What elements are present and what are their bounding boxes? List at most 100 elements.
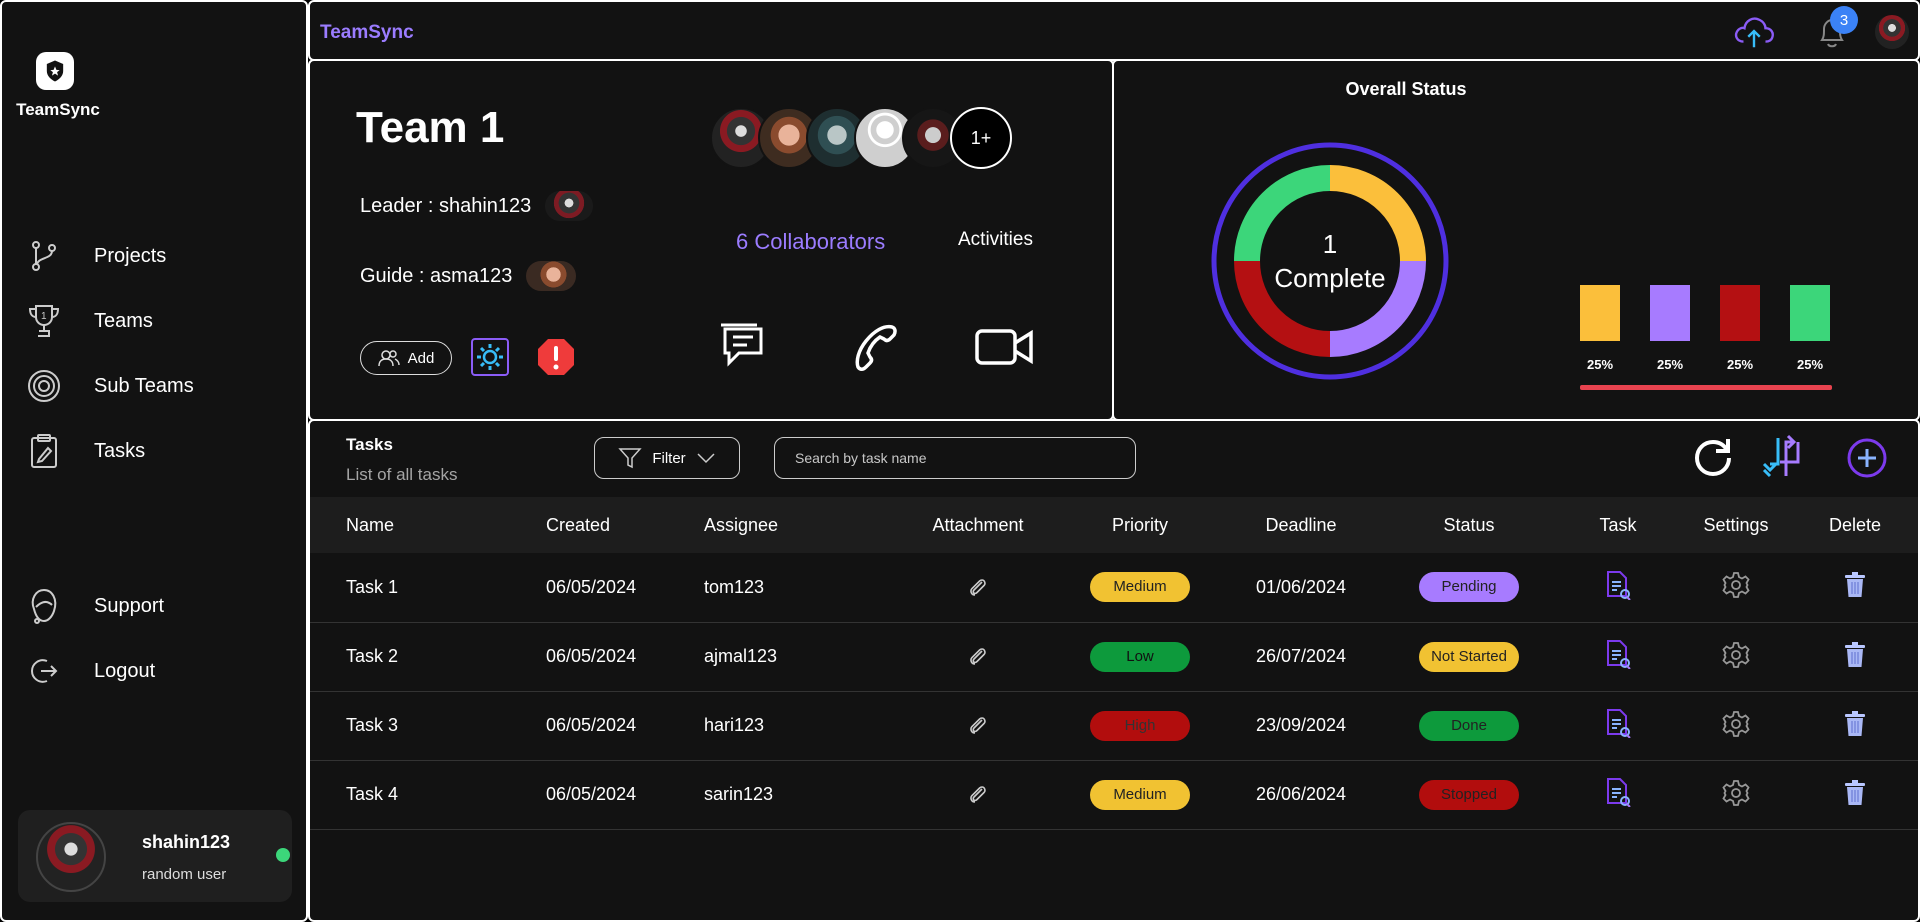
status-bar <box>1720 285 1760 341</box>
video-camera-icon[interactable] <box>974 317 1034 377</box>
col-header-settings[interactable]: Settings <box>1680 497 1792 553</box>
collaborator-avatars[interactable]: 1+ <box>710 107 1012 169</box>
tasks-subheading: List of all tasks <box>346 465 458 484</box>
task-name: Task 2 <box>346 646 399 666</box>
status-title: Overall Status <box>1345 79 1467 99</box>
sidebar-item-logout[interactable]: Logout <box>26 649 155 693</box>
guide-avatar <box>526 261 577 291</box>
chevron-down-icon <box>697 453 715 464</box>
trash-icon[interactable] <box>1840 778 1870 808</box>
gear-icon[interactable] <box>1721 778 1751 808</box>
notification-bell-icon[interactable]: 3 <box>1810 6 1858 52</box>
status-badge: Pending <box>1419 572 1519 603</box>
task-name: Task 4 <box>346 784 399 804</box>
team-panel: Team 1 Leader : shahin123 Guide : asma12… <box>308 59 1114 421</box>
team-leader: Leader : shahin123 <box>360 191 594 221</box>
tasks-panel: Tasks List of all tasks Filter Name Crea… <box>308 419 1920 922</box>
user-role: random user <box>142 866 227 883</box>
col-header-attachment[interactable]: Attachment <box>896 497 1060 553</box>
paperclip-icon[interactable] <box>963 710 993 740</box>
logout-icon <box>26 653 62 689</box>
sidebar: TeamSync Projects 1 Teams Sub Teams Task… <box>0 0 308 922</box>
col-header-created[interactable]: Created <box>546 497 704 553</box>
table-row[interactable]: Task 1 06/05/2024 tom123 Medium 01/06/20… <box>310 553 1918 622</box>
task-name: Task 1 <box>346 576 399 597</box>
paperclip-icon[interactable] <box>963 641 993 671</box>
tasks-table: Name Created Assignee Attachment Priorit… <box>310 497 1918 830</box>
team-settings-icon[interactable] <box>470 337 510 377</box>
refresh-icon[interactable] <box>1686 431 1740 485</box>
col-header-delete[interactable]: Delete <box>1792 497 1918 553</box>
task-document-icon[interactable] <box>1603 708 1633 738</box>
col-header-name[interactable]: Name <box>310 497 546 553</box>
task-document-icon[interactable] <box>1603 777 1633 807</box>
sidebar-brand: TeamSync <box>16 100 100 119</box>
sidebar-item-label: Tasks <box>94 439 146 462</box>
table-row[interactable]: Task 2 06/05/2024 ajmal123 Low 26/07/202… <box>310 622 1918 691</box>
priority-badge: Medium <box>1090 779 1190 810</box>
col-header-assignee[interactable]: Assignee <box>704 497 896 553</box>
col-header-deadline[interactable]: Deadline <box>1220 497 1382 553</box>
task-deadline: 23/09/2024 <box>1255 715 1347 735</box>
notification-count-badge: 3 <box>1830 6 1858 34</box>
gear-icon[interactable] <box>1721 570 1751 600</box>
leader-avatar <box>545 191 594 221</box>
col-header-priority[interactable]: Priority <box>1060 497 1220 553</box>
sidebar-item-sub-teams[interactable]: Sub Teams <box>26 364 194 408</box>
team-title: Team 1 <box>356 103 505 152</box>
trash-icon[interactable] <box>1840 570 1870 600</box>
status-badge: Done <box>1419 710 1519 741</box>
search-input[interactable] <box>774 437 1136 479</box>
add-task-icon[interactable] <box>1840 431 1894 485</box>
trash-icon[interactable] <box>1840 640 1870 670</box>
task-created: 06/05/2024 <box>546 715 637 735</box>
more-collaborators-badge[interactable]: 1+ <box>950 107 1012 169</box>
col-header-status[interactable]: Status <box>1382 497 1556 553</box>
table-row[interactable]: Task 4 06/05/2024 sarin123 Medium 26/06/… <box>310 760 1918 829</box>
sidebar-item-label: Support <box>94 594 165 617</box>
task-document-icon[interactable] <box>1603 570 1633 600</box>
col-header-task[interactable]: Task <box>1556 497 1680 553</box>
filter-button[interactable]: Filter <box>594 437 740 479</box>
gear-icon[interactable] <box>1721 709 1751 739</box>
bar-baseline <box>1580 385 1832 390</box>
activities-label: Activities <box>958 229 1033 250</box>
team-guide: Guide : asma123 <box>360 261 577 291</box>
status-bar <box>1790 285 1830 341</box>
sidebar-item-support[interactable]: Support <box>26 584 164 628</box>
user-card[interactable]: shahin123 random user <box>18 810 292 902</box>
status-bar-chart: 25% 25% 25% 25% <box>1580 285 1832 390</box>
priority-badge: Low <box>1090 641 1190 672</box>
task-assignee: ajmal123 <box>704 646 778 666</box>
sort-arrows-icon[interactable] <box>1756 431 1810 485</box>
users-icon <box>377 350 400 367</box>
header-avatar[interactable] <box>1870 12 1914 52</box>
paperclip-icon[interactable] <box>963 572 993 602</box>
donut-center: 1 Complete <box>1210 141 1450 381</box>
status-bar-label: 25% <box>1726 357 1754 372</box>
gear-icon[interactable] <box>1721 640 1751 670</box>
collaborators-count[interactable]: 6 Collaborators <box>736 229 885 255</box>
alert-octagon-icon[interactable] <box>536 337 576 377</box>
task-document-icon[interactable] <box>1603 639 1633 669</box>
task-assignee: hari123 <box>704 715 765 735</box>
sidebar-item-teams[interactable]: 1 Teams <box>26 299 153 343</box>
cloud-upload-icon[interactable] <box>1732 12 1776 52</box>
table-header-row: Name Created Assignee Attachment Priorit… <box>310 497 1918 553</box>
sidebar-item-projects[interactable]: Projects <box>26 234 166 278</box>
team-guide-label: Guide : asma123 <box>360 264 513 287</box>
paperclip-icon[interactable] <box>963 779 993 809</box>
add-member-button[interactable]: Add <box>360 341 452 375</box>
add-member-label: Add <box>407 349 435 367</box>
clipboard-icon <box>26 433 62 469</box>
table-row[interactable]: Task 3 06/05/2024 hari123 High 23/09/202… <box>310 691 1918 760</box>
status-bar-label: 25% <box>1796 357 1824 372</box>
trophy-icon: 1 <box>26 303 62 339</box>
sidebar-item-tasks[interactable]: Tasks <box>26 429 145 473</box>
chat-icon[interactable] <box>714 317 774 377</box>
trash-icon[interactable] <box>1840 709 1870 739</box>
online-status-dot <box>276 848 290 862</box>
task-deadline: 01/06/2024 <box>1255 576 1347 597</box>
phone-icon[interactable] <box>844 317 904 377</box>
avatar <box>1875 15 1909 49</box>
